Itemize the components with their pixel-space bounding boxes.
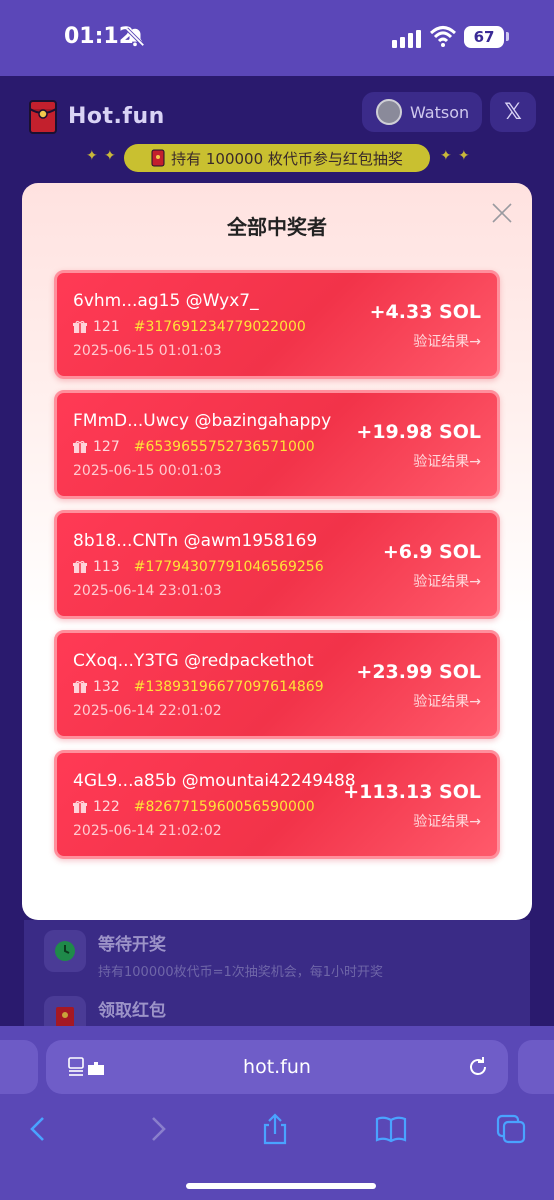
winner-hash[interactable]: #17794307791046569256 [134, 559, 324, 575]
winner-name: CXoq...Y3TG @redpackethot [73, 651, 314, 671]
winners-modal: 全部中奖者 6vhm...ag15 @Wyx7_ 121 #317691234779… [22, 183, 532, 920]
home-indicator [186, 1183, 376, 1189]
user-account-button[interactable]: Watson [362, 92, 482, 132]
winner-hash[interactable]: #317691234779022000 [134, 319, 306, 335]
verify-result-link[interactable]: 验证结果→ [413, 811, 481, 831]
winner-name: FMmD...Uwcy @bazingahappy [73, 411, 332, 431]
url-text: hot.fun [243, 1056, 311, 1078]
sparkle-icon: ✦ [86, 148, 98, 164]
previous-tab-peek[interactable] [0, 1040, 38, 1094]
winner-amount: +4.33 SOL [369, 301, 481, 323]
winner-amount: +23.99 SOL [356, 661, 481, 683]
modal-title: 全部中奖者 [227, 215, 327, 239]
tabs-icon[interactable] [494, 1112, 528, 1146]
winner-date: 2025-06-14 22:01:02 [73, 703, 222, 719]
verify-result-link[interactable]: 验证结果→ [413, 571, 481, 591]
clock-icon [44, 930, 86, 972]
winner-name: 8b18...CNTn @awm1958169 [73, 531, 318, 551]
sparkle-icon: ✦ [458, 148, 470, 164]
share-icon[interactable] [258, 1112, 292, 1146]
gift-icon [73, 560, 87, 573]
sparkle-icon: ✦ [440, 148, 452, 164]
brand-name: Hot.fun [68, 103, 165, 129]
winner-date: 2025-06-14 21:02:02 [73, 823, 222, 839]
winner-date: 2025-06-14 23:01:03 [73, 583, 222, 599]
winner-amount: +19.98 SOL [356, 421, 481, 443]
bookmarks-icon[interactable] [374, 1112, 408, 1146]
battery-tip [506, 32, 509, 41]
red-packet-icon [151, 149, 165, 167]
red-packet-logo-icon [29, 100, 57, 134]
winner-hash[interactable]: #6539655752736571000 [134, 439, 315, 455]
winner-ticket-count: 113 [93, 559, 120, 575]
winner-card: 8b18...CNTn @awm1958169 113 #1779430779104… [54, 510, 500, 619]
winner-date: 2025-06-15 00:01:03 [73, 463, 222, 479]
banner-pill: 持有 100000 枚代币参与红包抽奖 [124, 144, 430, 172]
winner-date: 2025-06-15 01:01:03 [73, 343, 222, 359]
winner-hash[interactable]: #13893196677097614869 [134, 679, 324, 695]
winner-card: FMmD...Uwcy @bazingahappy 127 #65396557527… [54, 390, 500, 499]
reload-icon[interactable] [466, 1055, 490, 1079]
winner-meta: 113 #17794307791046569256 [73, 559, 324, 575]
avatar [376, 99, 402, 125]
info-row-subtitle: 持有100000枚代币=1次抽奖机会，每1小时开奖 [98, 965, 384, 980]
user-name: Watson [410, 102, 470, 122]
info-row-waiting: 等待开奖 持有100000枚代币=1次抽奖机会，每1小时开奖 [44, 930, 383, 980]
winner-card: 4GL9...a85b @mountai42249488 122 #82677159… [54, 750, 500, 859]
gift-icon [73, 320, 87, 333]
winner-hash[interactable]: #8267715960056590000 [134, 799, 315, 815]
wifi-icon [430, 26, 456, 47]
verify-result-link[interactable]: 验证结果→ [413, 691, 481, 711]
brand[interactable]: Hot.fun [28, 96, 165, 136]
gift-icon [73, 440, 87, 453]
winner-card: CXoq...Y3TG @redpackethot 132 #13893196677… [54, 630, 500, 739]
winner-card: 6vhm...ag15 @Wyx7_ 121 #317691234779022000… [54, 270, 500, 379]
winner-ticket-count: 132 [93, 679, 120, 695]
cellular-signal-icon [392, 30, 421, 48]
verify-result-link[interactable]: 验证结果→ [413, 331, 481, 351]
address-bar[interactable]: hot.fun [46, 1040, 508, 1094]
winner-amount: +113.13 SOL [343, 781, 481, 803]
next-tab-peek[interactable] [518, 1040, 554, 1094]
x-social-button[interactable]: 𝕏 [490, 92, 536, 132]
winner-meta: 132 #13893196677097614869 [73, 679, 324, 695]
winner-ticket-count: 127 [93, 439, 120, 455]
winner-meta: 122 #8267715960056590000 [73, 799, 315, 815]
winner-ticket-count: 122 [93, 799, 120, 815]
gift-icon [73, 680, 87, 693]
forward-icon[interactable] [140, 1112, 174, 1146]
winner-meta: 127 #6539655752736571000 [73, 439, 315, 455]
sparkle-icon: ✦ [104, 148, 116, 164]
banner-text: 持有 100000 枚代币参与红包抽奖 [171, 149, 403, 168]
info-row-title: 领取红包 [98, 1001, 166, 1021]
winner-name: 4GL9...a85b @mountai42249488 [73, 771, 356, 791]
winner-name: 6vhm...ag15 @Wyx7_ [73, 291, 259, 311]
bell-slash-icon [125, 27, 145, 47]
winner-amount: +6.9 SOL [382, 541, 481, 563]
banner-row: ✦ ✦ 持有 100000 枚代币参与红包抽奖 ✦ ✦ [0, 144, 554, 172]
gift-icon [73, 800, 87, 813]
close-icon[interactable] [490, 201, 514, 225]
info-row-title: 等待开奖 [98, 935, 166, 955]
winner-meta: 121 #317691234779022000 [73, 319, 306, 335]
battery-indicator: 67 [464, 26, 504, 48]
back-icon[interactable] [22, 1112, 56, 1146]
winner-ticket-count: 121 [93, 319, 120, 335]
verify-result-link[interactable]: 验证结果→ [413, 451, 481, 471]
